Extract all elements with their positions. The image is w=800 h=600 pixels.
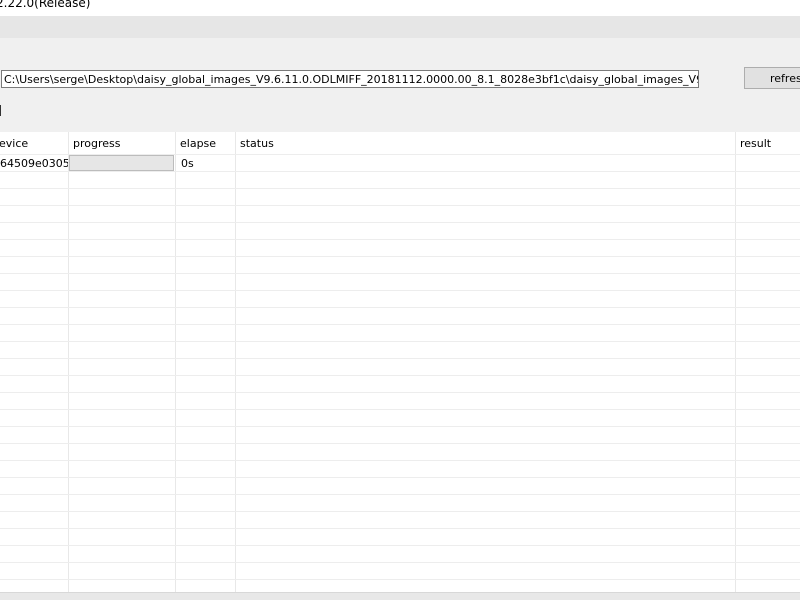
table-header: device progress elapse status result bbox=[0, 132, 800, 154]
row-divider bbox=[0, 460, 800, 461]
row-divider bbox=[0, 426, 800, 427]
option-checkbox[interactable] bbox=[0, 105, 1, 116]
column-header-result[interactable]: result bbox=[735, 132, 800, 154]
row-divider bbox=[0, 273, 800, 274]
row-divider bbox=[0, 477, 800, 478]
row-divider bbox=[0, 579, 800, 580]
refresh-button[interactable]: refresh bbox=[744, 67, 800, 89]
row-divider bbox=[0, 239, 800, 240]
column-header-elapse[interactable]: elapse bbox=[175, 132, 235, 154]
result-cell[interactable] bbox=[736, 154, 800, 171]
status-cell[interactable] bbox=[236, 154, 735, 171]
progress-bar bbox=[69, 155, 174, 171]
row-divider bbox=[0, 205, 800, 206]
column-header-status[interactable]: status bbox=[235, 132, 735, 154]
row-divider bbox=[0, 256, 800, 257]
firmware-path-input[interactable] bbox=[2, 71, 698, 87]
row-divider bbox=[0, 511, 800, 512]
row-divider bbox=[0, 341, 800, 342]
row-divider bbox=[0, 409, 800, 410]
column-header-progress[interactable]: progress bbox=[68, 132, 175, 154]
row-divider bbox=[0, 222, 800, 223]
horizontal-scrollbar[interactable] bbox=[0, 592, 800, 600]
column-divider bbox=[68, 132, 69, 592]
row-divider bbox=[0, 494, 800, 495]
column-divider bbox=[175, 132, 176, 592]
firmware-path-field[interactable] bbox=[1, 70, 699, 88]
row-divider bbox=[0, 392, 800, 393]
window-title: 2.22.0(Release) bbox=[0, 0, 91, 10]
elapse-cell[interactable]: 0s bbox=[176, 154, 235, 171]
row-divider bbox=[0, 171, 800, 172]
row-divider bbox=[0, 307, 800, 308]
row-divider bbox=[0, 545, 800, 546]
row-divider bbox=[0, 324, 800, 325]
row-divider bbox=[0, 358, 800, 359]
device-cell[interactable]: 64509e0305 bbox=[0, 154, 68, 171]
column-header-device[interactable]: device bbox=[0, 132, 68, 154]
row-divider bbox=[0, 375, 800, 376]
device-table: device progress elapse status result 645… bbox=[0, 132, 800, 592]
title-bar: 2.22.0(Release) bbox=[0, 0, 800, 16]
menu-strip bbox=[0, 16, 800, 38]
row-divider bbox=[0, 562, 800, 563]
column-divider bbox=[235, 132, 236, 592]
refresh-button-label: refresh bbox=[770, 72, 800, 85]
row-divider bbox=[0, 443, 800, 444]
row-divider bbox=[0, 528, 800, 529]
column-divider bbox=[735, 132, 736, 592]
row-divider bbox=[0, 290, 800, 291]
row-divider bbox=[0, 188, 800, 189]
